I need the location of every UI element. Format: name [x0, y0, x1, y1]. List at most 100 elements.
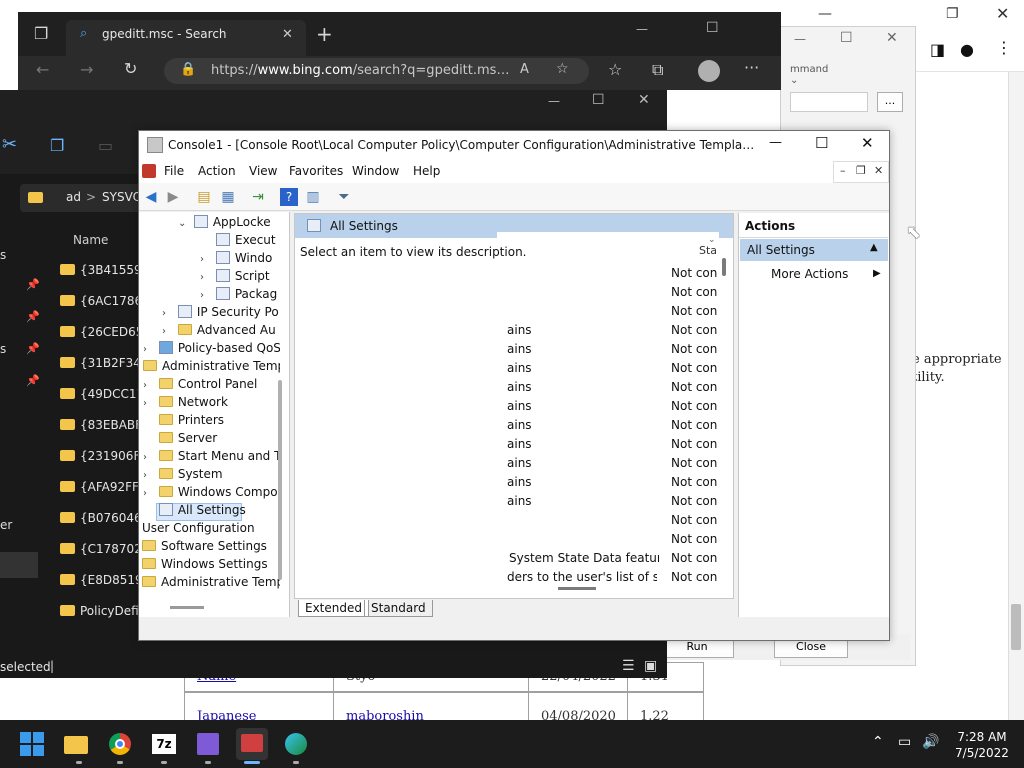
show-hide-tree-icon[interactable]: ▦: [219, 188, 237, 206]
setting-name[interactable]: ders to the user's list of sea: [507, 570, 657, 582]
notepad-taskbar-button[interactable]: [192, 728, 224, 760]
edge-taskbar-button[interactable]: [280, 728, 312, 760]
setting-name[interactable]: ains: [507, 380, 657, 394]
nav-item-label[interactable]: er: [0, 518, 12, 532]
mmc-close-button[interactable]: ✕: [861, 134, 874, 152]
mmc-maximize-button[interactable]: ☐: [815, 134, 828, 152]
chevron-down-icon[interactable]: ⌄: [178, 218, 190, 229]
list-item[interactable]: {49DCC112: [60, 387, 140, 405]
tree-node-software-settings[interactable]: Software Settings: [142, 539, 280, 557]
setting-name[interactable]: ains: [507, 437, 657, 451]
run-combo[interactable]: mmand ⌄: [790, 64, 836, 86]
read-aloud-icon[interactable]: A: [520, 62, 529, 77]
file-explorer-taskbar-button[interactable]: [60, 728, 92, 760]
bg-minimize-button[interactable]: —: [818, 6, 832, 22]
tree-node-windows-installer-rules[interactable]: › Windo: [200, 251, 272, 269]
chevron-right-icon[interactable]: ›: [162, 308, 174, 319]
show-hidden-icons-chevron-icon[interactable]: ⌃: [872, 734, 884, 750]
back-icon[interactable]: ←: [36, 60, 49, 79]
forward-arrow-icon[interactable]: ▶: [164, 188, 182, 206]
tree-node-server[interactable]: Server: [143, 431, 280, 449]
filter-icon[interactable]: ⏷: [335, 188, 353, 206]
inner-close-button[interactable]: ✕: [874, 164, 883, 177]
state-column-header[interactable]: Sta: [699, 244, 717, 257]
inner-restore-button[interactable]: ❐: [856, 164, 866, 177]
collapse-icon[interactable]: ▲: [870, 242, 878, 253]
chrome-taskbar-button[interactable]: [104, 728, 136, 760]
name-column-header[interactable]: Name: [73, 233, 108, 247]
explorer-maximize-button[interactable]: ☐: [592, 92, 605, 108]
volume-icon[interactable]: 🔊: [922, 734, 939, 750]
tree-scrollbar[interactable]: [278, 380, 282, 580]
profile-icon[interactable]: ●: [960, 40, 974, 59]
new-tab-button[interactable]: +: [316, 22, 333, 46]
cut-icon[interactable]: ✂: [2, 134, 17, 155]
network-icon[interactable]: ▭: [898, 734, 911, 750]
tree-horizontal-scrollbar[interactable]: [170, 606, 204, 609]
tree-node-network[interactable]: › Network: [143, 395, 280, 413]
close-tab-button[interactable]: ✕: [282, 27, 293, 42]
list-item[interactable]: PolicyDefin: [60, 604, 140, 622]
settings-more-button[interactable]: ···: [744, 58, 759, 77]
tree-node-administrative-templates[interactable]: Administrative Temp: [143, 359, 280, 377]
setting-name[interactable]: ains: [507, 456, 657, 470]
details-horizontal-scrollbar[interactable]: [558, 587, 596, 590]
tab-standard[interactable]: Standard: [364, 600, 433, 617]
menu-favorites[interactable]: Favorites: [289, 164, 343, 178]
chevron-right-icon[interactable]: ›: [200, 254, 212, 265]
tree-node-start-menu-taskbar[interactable]: › Start Menu and Ta: [143, 449, 280, 467]
chevron-right-icon[interactable]: ›: [143, 452, 155, 463]
menu-file[interactable]: File: [164, 164, 184, 178]
bg-restore-button[interactable]: ❐: [946, 6, 959, 22]
export-list-icon[interactable]: ⇥: [249, 188, 267, 206]
setting-name[interactable]: ains: [507, 342, 657, 356]
list-item[interactable]: {AFA92FFC: [60, 480, 140, 498]
chevron-right-icon[interactable]: ›: [162, 326, 174, 337]
chevron-right-icon[interactable]: ›: [200, 290, 212, 301]
explorer-minimize-button[interactable]: —: [548, 94, 560, 108]
list-item[interactable]: {3B41559B-: [60, 263, 140, 281]
up-folder-icon[interactable]: ▤: [195, 188, 213, 206]
menu-action[interactable]: Action: [198, 164, 236, 178]
back-arrow-icon[interactable]: ◀: [142, 188, 160, 206]
list-item[interactable]: {B0760468-: [60, 511, 140, 529]
clock-date[interactable]: 7/5/2022: [952, 746, 1012, 760]
list-item[interactable]: {E8D85197-: [60, 573, 140, 591]
run-close-button[interactable]: ✕: [886, 30, 898, 46]
nav-item-label[interactable]: s: [0, 248, 6, 262]
show-hide-action-pane-icon[interactable]: ▥: [304, 188, 322, 206]
chevron-right-icon[interactable]: ›: [143, 470, 155, 481]
clock-time[interactable]: 7:28 AM: [952, 730, 1012, 744]
tab-actions-icon[interactable]: ❐: [34, 24, 48, 43]
run-maximize-button[interactable]: ☐: [840, 30, 853, 46]
list-item[interactable]: {6AC1786C: [60, 294, 140, 312]
chevron-right-icon[interactable]: ›: [143, 380, 155, 391]
run-open-field[interactable]: [790, 92, 868, 112]
list-item[interactable]: {26CED65B: [60, 325, 140, 343]
list-item[interactable]: {231906FE-: [60, 449, 140, 467]
more-actions-item[interactable]: More Actions: [771, 267, 848, 281]
chevron-right-icon[interactable]: ›: [200, 272, 212, 283]
edge-maximize-button[interactable]: ☐: [706, 20, 719, 36]
setting-name[interactable]: ains: [507, 399, 657, 413]
bg-page-scrollbar-thumb[interactable]: [1011, 604, 1021, 650]
tree-node-user-configuration[interactable]: User Configuration: [142, 521, 280, 539]
menu-window[interactable]: Window: [352, 164, 399, 178]
list-item[interactable]: {31B2F340-: [60, 356, 140, 374]
setting-name[interactable]: ains: [507, 361, 657, 375]
console-menu-icon[interactable]: [142, 164, 156, 178]
chevron-right-icon[interactable]: ›: [143, 488, 155, 499]
tiles-view-icon[interactable]: ▣: [644, 658, 657, 674]
setting-name[interactable]: ains: [507, 418, 657, 432]
tree-node-executable-rules[interactable]: Execut: [216, 233, 276, 251]
forward-icon[interactable]: →: [80, 60, 93, 79]
bg-close-button[interactable]: ✕: [996, 4, 1009, 23]
chevron-right-icon[interactable]: ›: [143, 344, 155, 355]
tree-node-advanced-audit[interactable]: › Advanced Au: [162, 323, 280, 341]
tree-node-all-settings[interactable]: All Settings: [143, 503, 280, 521]
setting-name[interactable]: ains: [507, 494, 657, 508]
help-icon[interactable]: ?: [280, 188, 298, 206]
more-options-icon[interactable]: ⋮: [996, 38, 1012, 57]
edge-minimize-button[interactable]: —: [636, 22, 648, 36]
tree-node-script-rules[interactable]: › Script: [200, 269, 270, 287]
